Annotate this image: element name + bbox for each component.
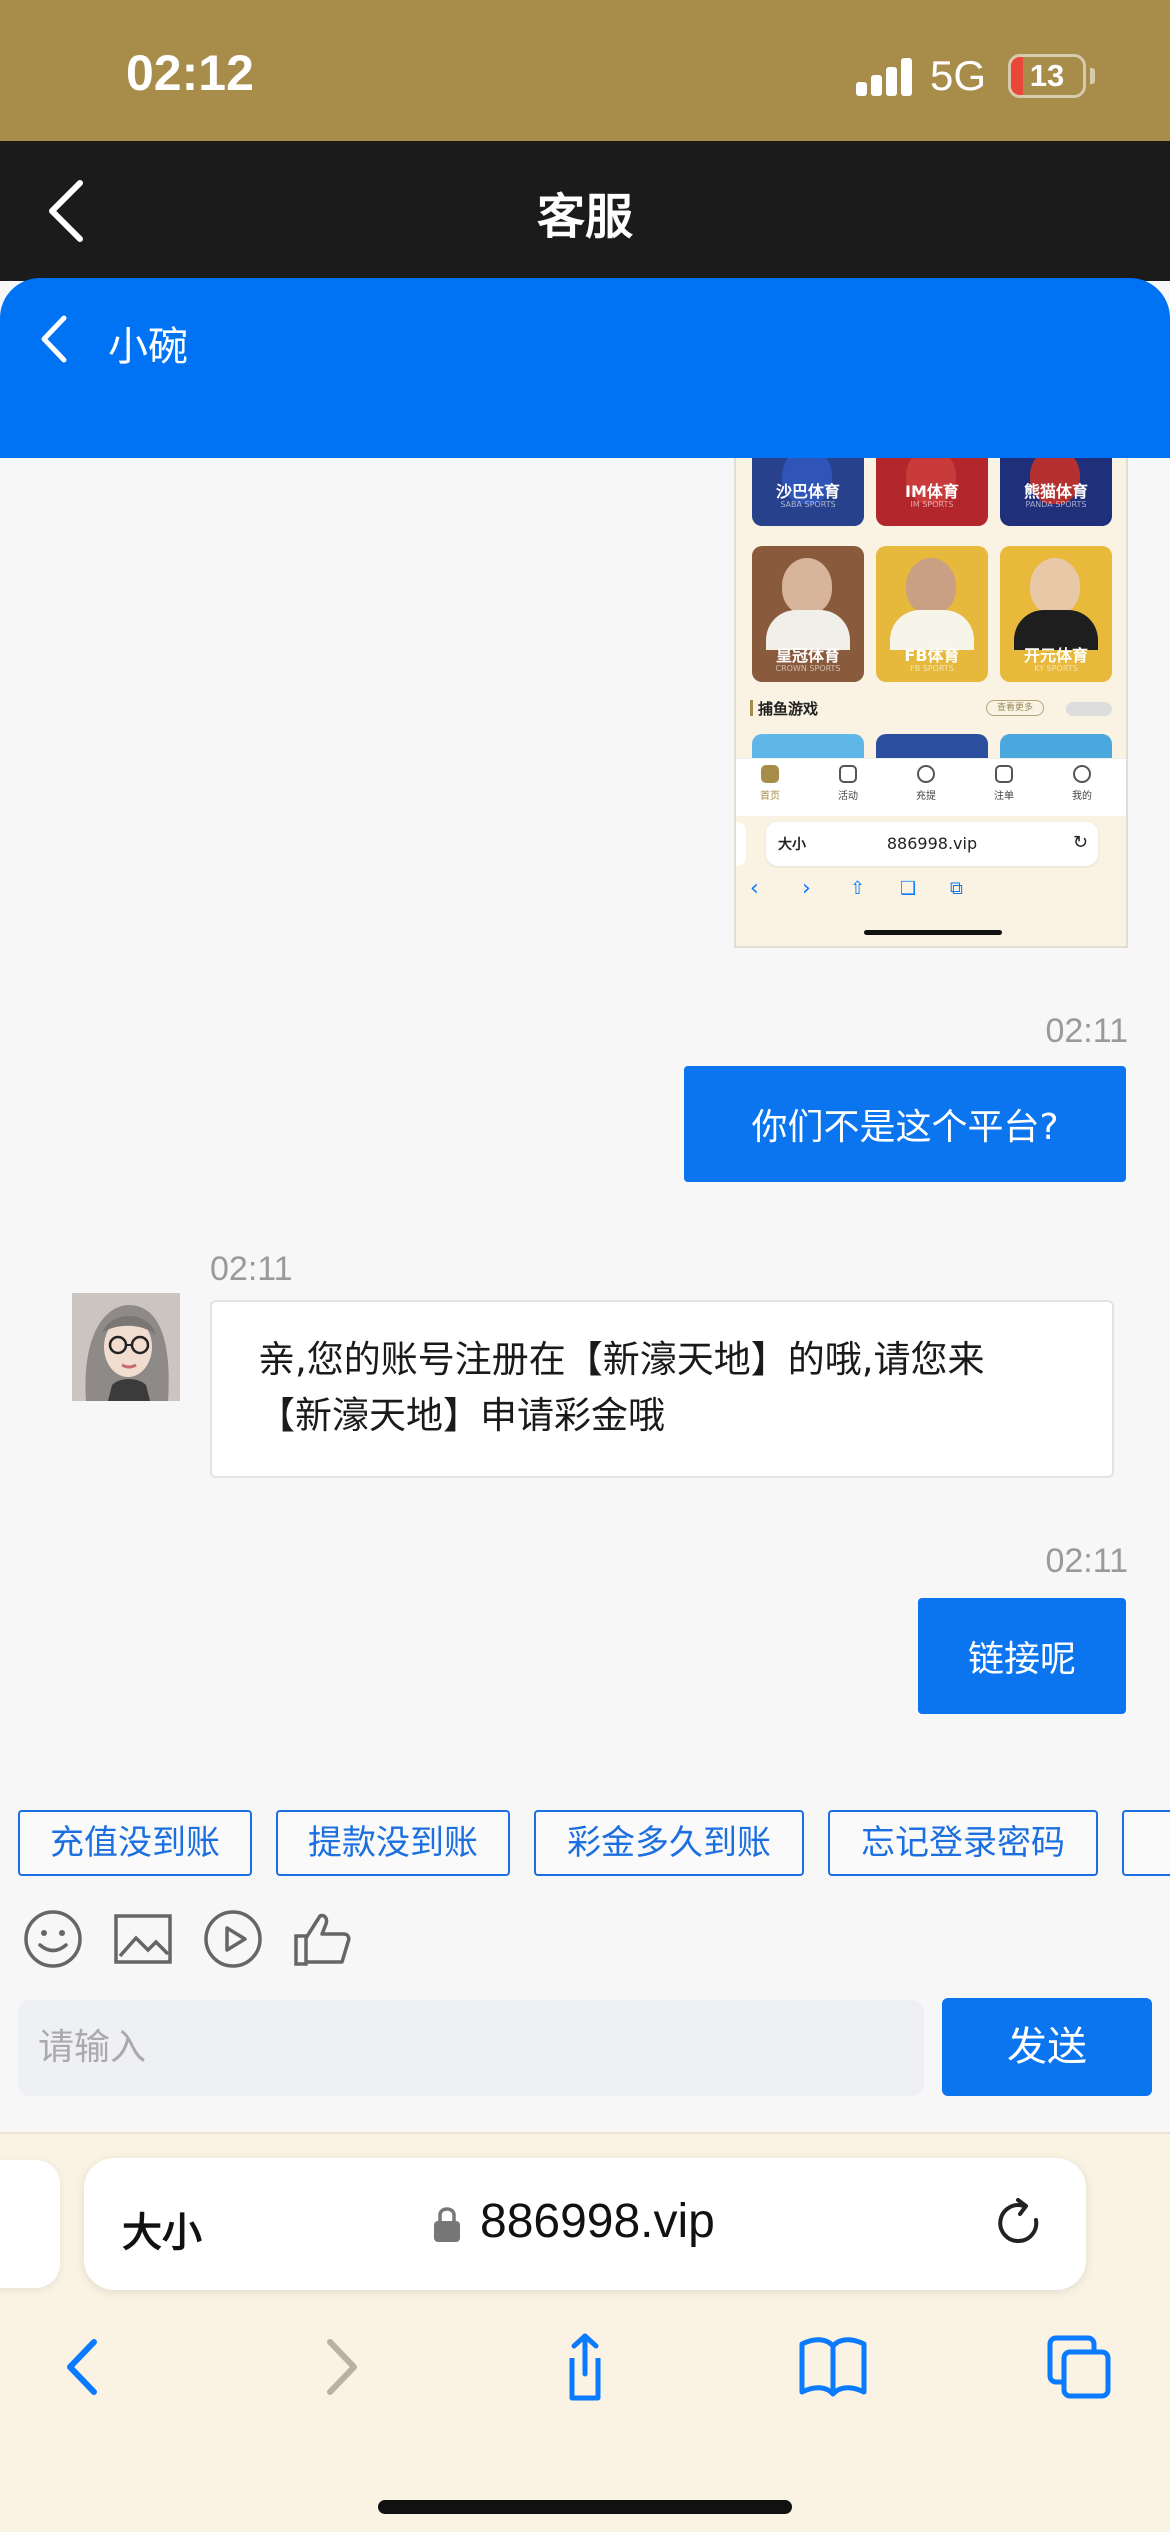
- home-indicator: [378, 2500, 792, 2514]
- sports-tile-crown: 皇冠体育 CROWN SPORTS: [752, 546, 864, 682]
- tile-sub: FB SPORTS: [910, 664, 954, 673]
- message-time: 02:11: [1045, 1542, 1128, 1580]
- message-line: 亲,您的账号注册在【新濠天地】的哦,请您来: [258, 1338, 985, 1381]
- lock-icon: [434, 2207, 460, 2242]
- tile-label: 沙巴体育: [775, 482, 840, 501]
- tab-label: 我的: [1072, 791, 1092, 802]
- back-icon[interactable]: [50, 2330, 120, 2404]
- tile-label: 开元体育: [1023, 646, 1088, 665]
- message-line: 【新濠天地】申请彩金哦: [258, 1394, 665, 1437]
- outgoing-message[interactable]: 你们不是这个平台?: [684, 1066, 1126, 1182]
- tile-sub: SABA SPORTS: [780, 500, 836, 509]
- tile-sub: CROWN SPORTS: [775, 664, 841, 673]
- thumbs-up-icon[interactable]: [292, 1908, 354, 1970]
- tab-orders: 注单: [974, 765, 1034, 802]
- quick-reply-chip[interactable]: 充值没到账: [18, 1810, 252, 1876]
- back-icon: ‹: [750, 876, 759, 901]
- message-text: 链接呢: [967, 1639, 1076, 1680]
- tile-sub: IM SPORTS: [910, 500, 954, 509]
- tabs-icon[interactable]: [1044, 2330, 1114, 2404]
- preview-prev-tab: [736, 822, 746, 866]
- share-icon[interactable]: [550, 2330, 620, 2404]
- section-title: 捕鱼游戏: [758, 700, 819, 718]
- composer-tools: [0, 1900, 1170, 1980]
- battery-level: 13: [1029, 58, 1065, 93]
- bookmarks-icon: ❑: [900, 878, 917, 899]
- tabs-icon: ⧉: [950, 878, 963, 899]
- text-size-button[interactable]: 大小: [122, 2200, 202, 2258]
- sports-tile-fb: FB体育 FB SPORTS: [876, 546, 988, 682]
- tab-mine: 我的: [1052, 765, 1112, 802]
- preview-toolbar: ‹ › ⇧ ❑ ⧉: [736, 876, 1126, 916]
- video-icon[interactable]: [202, 1908, 264, 1970]
- forward-icon[interactable]: [304, 2330, 374, 2404]
- status-time: 02:12: [126, 45, 254, 101]
- message-time: 02:11: [1045, 1012, 1128, 1050]
- quick-reply-chip[interactable]: 彩金多久到账: [534, 1810, 804, 1876]
- quick-reply-bar: 充值没到账 提款没到账 彩金多久到账 忘记登录密码: [0, 1786, 1170, 1876]
- reload-icon[interactable]: [992, 2196, 1048, 2252]
- status-bar: 02:12 5G 13: [0, 0, 1170, 141]
- message-input[interactable]: 请输入: [18, 2000, 924, 2096]
- battery-icon: 13: [1008, 54, 1086, 98]
- agent-avatar: [72, 1293, 180, 1401]
- agent-name: 小碗: [108, 324, 188, 370]
- image-icon[interactable]: [112, 1908, 174, 1970]
- chat-back-icon[interactable]: [36, 308, 76, 370]
- share-icon: ⇧: [850, 878, 866, 899]
- quick-reply-chip[interactable]: 忘记登录密码: [828, 1810, 1098, 1876]
- tab-label: 活动: [838, 791, 858, 802]
- preview-tabbar: 首页 活动 充提 注单 我的: [736, 758, 1126, 816]
- tile-sub: PANDA SPORTS: [1025, 500, 1087, 509]
- preview-home-indicator: [864, 930, 1002, 935]
- network-type: 5G: [930, 52, 987, 99]
- tab-deposit: 充提: [896, 765, 956, 802]
- chat-header: 小碗: [0, 278, 1170, 458]
- section-marker: [750, 700, 753, 716]
- message-time: 02:11: [210, 1250, 293, 1288]
- message-text: 你们不是这个平台?: [751, 1107, 1059, 1148]
- previous-tab[interactable]: [0, 2160, 60, 2288]
- quick-reply-chip-partial[interactable]: [1122, 1810, 1170, 1876]
- battery-nub: [1090, 68, 1095, 84]
- forward-icon: ›: [802, 876, 811, 901]
- sports-tile-ky: 开元体育 KY SPORTS: [1000, 546, 1112, 682]
- page-title: 客服: [536, 189, 633, 245]
- signal-icon: [856, 58, 914, 96]
- sports-tile-im: IM体育 IM SPORTS: [876, 458, 988, 526]
- tile-label: 皇冠体育: [775, 646, 840, 665]
- toggle-icon: [1066, 702, 1112, 716]
- send-button[interactable]: 发送: [942, 1998, 1152, 2096]
- emoji-icon[interactable]: [22, 1908, 84, 1970]
- tile-sub: KY SPORTS: [1034, 664, 1078, 673]
- url-host: 886998.vip: [480, 2195, 715, 2248]
- tab-label: 充提: [916, 791, 936, 802]
- tab-label: 首页: [760, 791, 780, 802]
- quick-reply-chip[interactable]: 提款没到账: [276, 1810, 510, 1876]
- screenshot-message-image[interactable]: 沙巴体育 SABA SPORTS IM体育 IM SPORTS 熊猫体育 PAN…: [734, 458, 1128, 948]
- tile-label: FB体育: [904, 646, 960, 665]
- preview-host: 886998.vip: [886, 834, 978, 853]
- browser-toolbar: 大小 886998.vip: [0, 2132, 1170, 2532]
- tile-label: IM体育: [905, 482, 959, 501]
- incoming-message[interactable]: 亲,您的账号注册在【新濠天地】的哦,请您来 【新濠天地】申请彩金哦: [210, 1300, 1114, 1478]
- preview-url-bar: 大小 886998.vip ↻: [766, 822, 1098, 866]
- outgoing-message[interactable]: 链接呢: [918, 1598, 1126, 1714]
- bookmarks-icon[interactable]: [798, 2330, 868, 2404]
- sports-tile-saba: 沙巴体育 SABA SPORTS: [752, 458, 864, 526]
- tab-label: 注单: [994, 791, 1014, 802]
- url-bar[interactable]: 大小 886998.vip: [84, 2158, 1086, 2290]
- sports-tile-panda: 熊猫体育 PANDA SPORTS: [1000, 458, 1112, 526]
- nav-bar: 客服: [0, 141, 1170, 281]
- tile-label: 熊猫体育: [1023, 482, 1088, 501]
- more-link: 查看更多: [986, 700, 1044, 716]
- tab-home: 首页: [740, 765, 800, 802]
- tab-activity: 活动: [818, 765, 878, 802]
- reload-icon: ↻: [1072, 832, 1088, 853]
